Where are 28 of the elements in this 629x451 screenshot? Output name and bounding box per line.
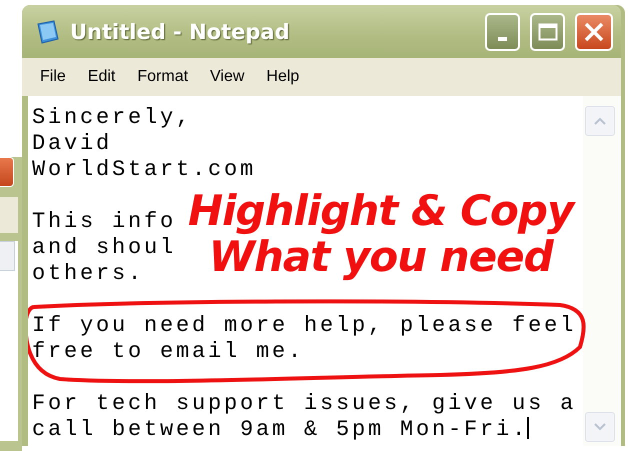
annotation-text: Highlight & Copy: [188, 188, 574, 234]
menu-item[interactable]: Format: [129, 66, 196, 88]
menu-item[interactable]: View: [202, 66, 252, 88]
menu-item[interactable]: File: [32, 66, 74, 88]
close-icon: [583, 20, 605, 42]
text-line: and shoul: [32, 235, 176, 261]
text-line: others.: [32, 261, 144, 287]
close-button[interactable]: [0, 157, 14, 187]
menu-item[interactable]: Help: [258, 66, 308, 88]
caret-up-icon: [594, 117, 606, 125]
text-line: For tech support issues, give us a: [32, 391, 576, 417]
caret-down-icon: [594, 423, 606, 431]
text-line: free to email me.: [32, 339, 304, 365]
menu-item[interactable]: Edit: [80, 66, 124, 88]
text-line: call between 9am & 5pm Mon-Fri.: [32, 417, 530, 443]
text-line: This info: [32, 209, 176, 235]
text-line: WorldStart.com: [32, 157, 256, 183]
close-button[interactable]: [575, 12, 613, 50]
text-line: David: [32, 131, 112, 157]
maximize-icon: [538, 22, 558, 40]
text-line: If you need more help, please feel: [32, 313, 576, 339]
annotation-text: What you need: [208, 234, 553, 280]
minimize-icon: [498, 36, 507, 40]
maximize-button[interactable]: [530, 12, 565, 50]
minimize-button[interactable]: [485, 12, 520, 50]
text-line: Sincerely,: [32, 105, 192, 131]
window-title: Untitled - Notepad: [70, 20, 291, 44]
menu-bar: [0, 197, 18, 233]
